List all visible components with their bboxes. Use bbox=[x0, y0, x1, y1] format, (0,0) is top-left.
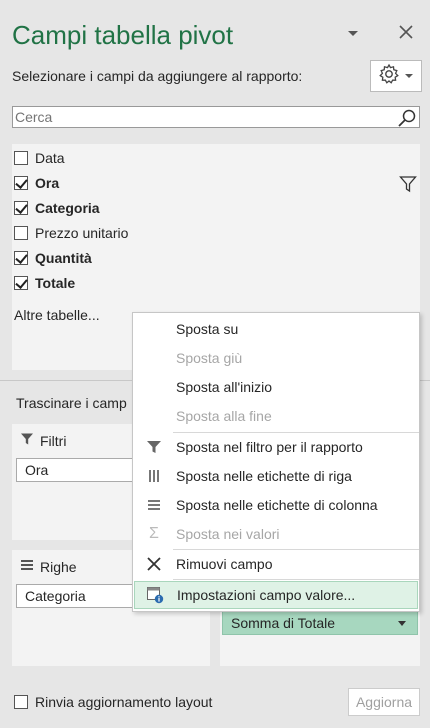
field-item-ora[interactable]: Ora bbox=[14, 172, 59, 194]
filters-area-header: Filtri bbox=[20, 432, 66, 449]
search-box bbox=[12, 106, 420, 128]
filter-icon bbox=[20, 432, 34, 449]
field-item-quantita[interactable]: Quantità bbox=[14, 247, 92, 269]
search-input[interactable] bbox=[13, 107, 393, 127]
chevron-down-icon[interactable] bbox=[346, 22, 360, 43]
field-checkbox[interactable] bbox=[14, 251, 28, 265]
menu-item-move-to-end[interactable]: Sposta alla fine bbox=[134, 402, 418, 430]
menu-item-move-to-beginning[interactable]: Sposta all'inizio bbox=[134, 373, 418, 401]
menu-item-move-to-row-labels[interactable]: Sposta nelle etichette di riga bbox=[134, 462, 418, 490]
chevron-down-icon bbox=[404, 67, 414, 85]
field-item-data[interactable]: Data bbox=[14, 147, 65, 169]
row-labels-icon bbox=[20, 558, 34, 575]
field-label: Ora bbox=[35, 175, 60, 191]
field-checkbox[interactable] bbox=[14, 276, 28, 290]
update-button[interactable]: Aggiorna bbox=[348, 688, 420, 716]
menu-item-remove-field[interactable]: Rimuovi campo bbox=[134, 550, 418, 578]
field-label: Quantità bbox=[35, 250, 92, 266]
filters-area-title: Filtri bbox=[40, 432, 67, 449]
field-checkbox[interactable] bbox=[14, 176, 28, 190]
field-item-categoria[interactable]: Categoria bbox=[14, 197, 100, 219]
gear-icon bbox=[378, 63, 400, 90]
value-field-label: Somma di Totale bbox=[231, 615, 336, 631]
filter-icon[interactable] bbox=[399, 175, 417, 198]
rows-area-title: Righe bbox=[40, 558, 77, 575]
defer-update-label: Rinvia aggiornamento layout bbox=[35, 694, 213, 710]
panel-title: Campi tabella pivot bbox=[12, 20, 234, 50]
defer-update-option[interactable]: Rinvia aggiornamento layout bbox=[14, 694, 212, 710]
field-checkbox[interactable] bbox=[14, 226, 28, 240]
remove-x-icon bbox=[134, 556, 174, 572]
close-icon[interactable] bbox=[398, 24, 414, 45]
context-menu: Sposta su Sposta giù Sposta all'inizio S… bbox=[132, 312, 420, 612]
search-icon[interactable] bbox=[397, 108, 417, 133]
drag-hint: Trascinare i camp bbox=[16, 395, 127, 411]
field-label: Categoria bbox=[35, 200, 100, 216]
defer-update-checkbox[interactable] bbox=[14, 695, 28, 709]
field-item-totale[interactable]: Totale bbox=[14, 272, 75, 294]
row-labels-icon bbox=[134, 468, 174, 484]
chevron-down-icon[interactable] bbox=[397, 615, 407, 634]
panel-subtitle: Selezionare i campi da aggiungere al rap… bbox=[12, 68, 303, 84]
field-settings-icon bbox=[135, 586, 175, 604]
menu-item-move-to-values[interactable]: Σ Sposta nei valori bbox=[134, 520, 418, 548]
sigma-icon: Σ bbox=[149, 525, 159, 542]
field-label: Prezzo unitario bbox=[35, 225, 129, 241]
rows-area-header: Righe bbox=[20, 558, 77, 575]
field-item-prezzo-unitario[interactable]: Prezzo unitario bbox=[14, 222, 128, 244]
menu-separator bbox=[173, 579, 419, 580]
field-checkbox[interactable] bbox=[14, 201, 28, 215]
field-label: Totale bbox=[35, 275, 76, 291]
column-labels-icon bbox=[134, 497, 174, 513]
field-checkbox[interactable] bbox=[14, 151, 28, 165]
menu-item-move-to-column-labels[interactable]: Sposta nelle etichette di colonna bbox=[134, 491, 418, 519]
tools-button[interactable] bbox=[370, 60, 422, 92]
more-tables-link[interactable]: Altre tabelle... bbox=[14, 307, 100, 323]
value-field-somma-totale[interactable]: Somma di Totale bbox=[222, 611, 418, 635]
menu-item-value-field-settings[interactable]: Impostazioni campo valore... bbox=[134, 581, 418, 609]
field-label: Data bbox=[35, 150, 65, 166]
menu-item-move-to-filter[interactable]: Sposta nel filtro per il rapporto bbox=[134, 433, 418, 461]
filter-icon bbox=[134, 439, 174, 455]
menu-item-move-down[interactable]: Sposta giù bbox=[134, 344, 418, 372]
menu-item-move-up[interactable]: Sposta su bbox=[134, 315, 418, 343]
